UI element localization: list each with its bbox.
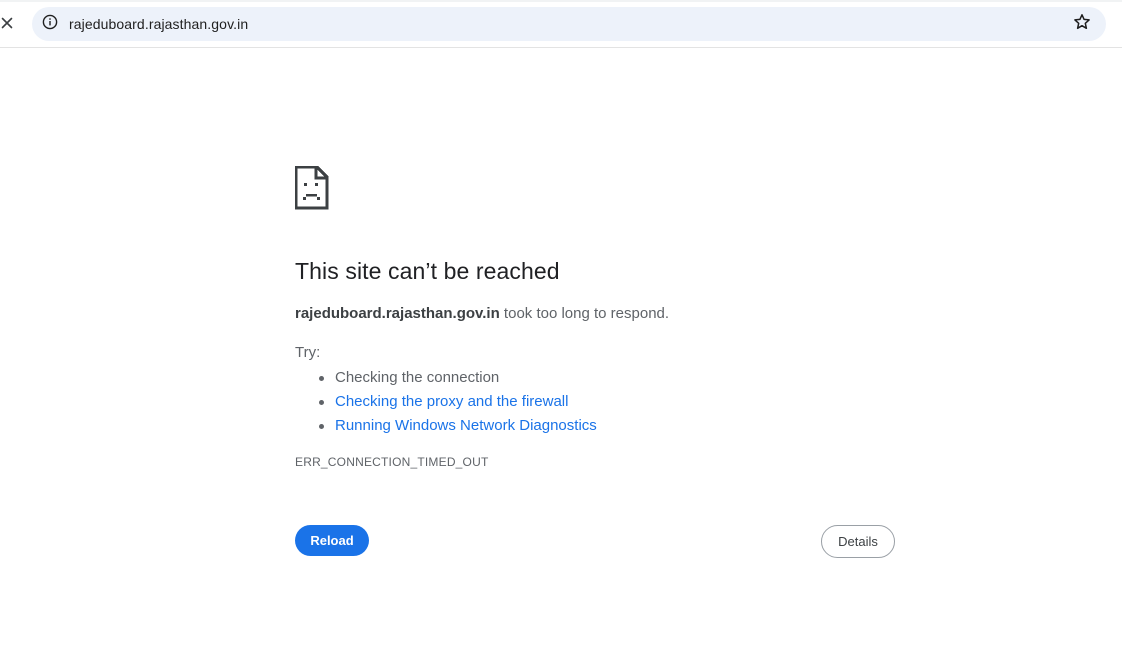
close-icon — [1, 16, 13, 33]
list-item: Checking the connection — [317, 366, 895, 390]
error-description: rajeduboard.rajasthan.gov.in took too lo… — [295, 305, 895, 322]
site-info-button[interactable] — [41, 14, 59, 35]
stop-loading-button[interactable] — [0, 14, 14, 34]
info-icon — [42, 14, 58, 35]
error-content: This site can’t be reached rajeduboard.r… — [295, 166, 895, 469]
list-item: Running Windows Network Diagnostics — [317, 414, 895, 438]
address-bar[interactable]: rajeduboard.rajasthan.gov.in — [32, 7, 1106, 41]
suggestion-check-connection: Checking the connection — [335, 369, 500, 386]
tab-strip-edge — [0, 0, 1122, 2]
error-heading: This site can’t be reached — [295, 258, 560, 284]
suggestion-check-proxy-link[interactable]: Checking the proxy and the firewall — [335, 393, 568, 410]
browser-toolbar: rajeduboard.rajasthan.gov.in — [0, 0, 1122, 48]
try-label: Try: — [295, 344, 321, 361]
url-text[interactable]: rajeduboard.rajasthan.gov.in — [69, 16, 248, 32]
bookmark-button[interactable] — [1072, 13, 1092, 36]
list-item: Checking the proxy and the firewall — [317, 390, 895, 414]
error-message: took too long to respond. — [499, 305, 670, 322]
sad-document-icon — [295, 166, 895, 210]
suggestion-network-diagnostics-link[interactable]: Running Windows Network Diagnostics — [335, 417, 597, 434]
reload-button[interactable]: Reload — [295, 525, 369, 556]
error-code: ERR_CONNECTION_TIMED_OUT — [295, 455, 489, 469]
star-icon — [1073, 13, 1091, 36]
error-host: rajeduboard.rajasthan.gov.in — [295, 305, 500, 322]
suggestion-list: Checking the connection Checking the pro… — [295, 366, 895, 438]
details-button[interactable]: Details — [821, 525, 895, 558]
